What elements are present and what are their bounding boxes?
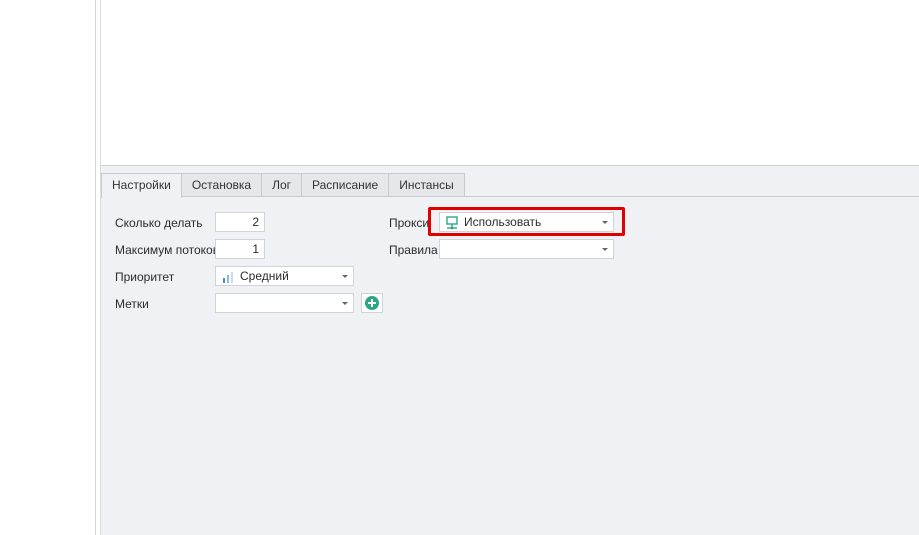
chevron-down-icon xyxy=(602,248,608,251)
count-label: Сколько делать xyxy=(115,216,203,230)
left-pane xyxy=(0,0,95,535)
tags-label: Метки xyxy=(115,297,149,311)
priority-select[interactable]: Средний xyxy=(215,266,354,286)
content-area xyxy=(101,0,919,166)
bar-chart-icon xyxy=(223,272,233,283)
add-tag-button[interactable] xyxy=(361,293,383,313)
chevron-down-icon xyxy=(342,275,348,278)
chevron-down-icon xyxy=(342,302,348,305)
vertical-splitter[interactable] xyxy=(95,0,96,535)
threads-input[interactable]: 1 xyxy=(215,239,265,259)
tags-select[interactable] xyxy=(215,293,354,313)
plus-circle-icon xyxy=(365,296,379,310)
tab-instances[interactable]: Инстансы xyxy=(388,173,465,196)
rules-select[interactable] xyxy=(439,239,614,259)
tab-bar: Настройки Остановка Лог Расписание Инста… xyxy=(101,173,465,198)
threads-label: Максимум потоков xyxy=(115,243,220,257)
tab-divider xyxy=(101,196,919,197)
tab-stop[interactable]: Остановка xyxy=(180,173,263,196)
proxy-label: Прокси xyxy=(389,216,430,230)
priority-value: Средний xyxy=(240,269,289,283)
count-input[interactable]: 2 xyxy=(215,212,265,232)
tab-schedule[interactable]: Расписание xyxy=(301,173,390,196)
rules-label: Правила xyxy=(389,243,438,257)
tab-log[interactable]: Лог xyxy=(261,173,303,196)
highlight-box xyxy=(428,207,625,236)
tab-settings[interactable]: Настройки xyxy=(101,173,182,198)
priority-label: Приоритет xyxy=(115,270,175,284)
